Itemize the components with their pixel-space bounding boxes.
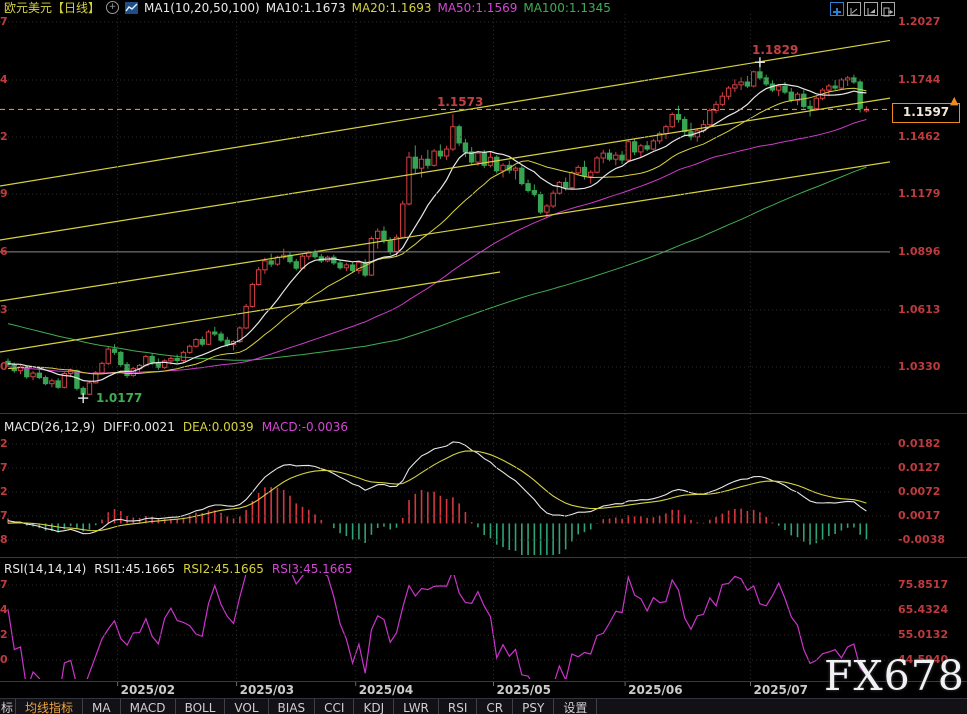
price-axis-label: 1.1462 — [898, 130, 940, 143]
indicator-tab-均线指标[interactable]: 均线指标 — [16, 699, 83, 714]
x-axis-label: 2025/06 — [628, 683, 682, 697]
ma-group-label: MA1(10,20,50,100) — [144, 1, 260, 15]
ma100-value: MA100:1.1345 — [523, 1, 611, 15]
macd-axis-label: -0.0038 — [898, 533, 945, 546]
price-axis-label: 1.0613 — [898, 303, 940, 316]
ma20-value: MA20:1.1693 — [352, 1, 432, 15]
macd-axis-label: 0.0182 — [898, 437, 940, 450]
ma50-value: MA50:1.1569 — [437, 1, 517, 15]
price-mark-label: 1.1573 — [437, 96, 483, 109]
rsi-axis-label: 65.4324 — [898, 603, 948, 616]
macd-axis-label-clipped: 2 — [0, 485, 8, 498]
indicator-tab-PSY[interactable]: PSY — [513, 699, 554, 714]
macd-header: MACD(26,12,9) DIFF:0.0021 DEA:0.0039 MACD:-… — [4, 420, 356, 434]
indicator-tab-RSI[interactable]: RSI — [439, 699, 478, 714]
price-axis-label-clipped: 9 — [0, 187, 8, 200]
x-axis-label: 2025/04 — [359, 683, 413, 697]
indicator-tab-BIAS[interactable]: BIAS — [269, 699, 316, 714]
price-mark-label: 1.1829 — [752, 44, 798, 57]
macd-hist-value: MACD:-0.0036 — [262, 420, 348, 434]
rsi-axis-label-clipped: 7 — [0, 578, 8, 591]
x-axis-label: 2025/05 — [497, 683, 551, 697]
price-axis-label: 1.0330 — [898, 360, 940, 373]
macd-axis-label-clipped: 8 — [0, 533, 8, 546]
x-axis-label: 2025/03 — [240, 683, 294, 697]
pane-separator — [0, 413, 967, 414]
indicator-tab-clipped[interactable]: 标 — [0, 699, 16, 714]
indicator-tab-VOL[interactable]: VOL — [225, 699, 268, 714]
price-mark-label: 1.0177 — [96, 392, 142, 405]
macd-dea-value: DEA:0.0039 — [183, 420, 254, 434]
rsi-label: RSI(14,14,14) — [4, 562, 86, 576]
x-axis-label: 2025/02 — [121, 683, 175, 697]
macd-axis-label: 0.0072 — [898, 485, 940, 498]
macd-axis-label-clipped: 7 — [0, 509, 8, 522]
rsi1-value: RSI1:45.1665 — [94, 562, 175, 576]
indicator-tab-KDJ[interactable]: KDJ — [354, 699, 394, 714]
price-axis-label: 1.2027 — [898, 15, 940, 28]
indicator-tab-MA[interactable]: MA — [83, 699, 121, 714]
indicator-tab-设置[interactable]: 设置 — [554, 699, 597, 714]
indicator-tab-bar: 标均线指标MAMACDBOLLVOLBIASCCIKDJLWRRSICRPSY设… — [0, 698, 967, 714]
pane-separator — [0, 557, 967, 558]
rsi-axis-label-clipped: 4 — [0, 603, 8, 616]
chart-toolbar — [830, 2, 895, 16]
rsi-axis-label: 55.0132 — [898, 628, 948, 641]
pane-separator — [0, 681, 967, 682]
macd-axis-label-clipped: 7 — [0, 461, 8, 474]
circle-plus-icon[interactable]: + — [106, 1, 119, 14]
indicator-tab-CR[interactable]: CR — [477, 699, 513, 714]
ma10-value: MA10:1.1673 — [266, 1, 346, 15]
crosshair-icon[interactable] — [830, 2, 844, 16]
chart-canvas[interactable] — [0, 0, 967, 714]
price-axis-label: 1.1744 — [898, 73, 940, 86]
watermark: FX678 — [824, 652, 965, 700]
price-axis-label-clipped: 0 — [0, 360, 8, 373]
price-axis-label-clipped: 3 — [0, 303, 8, 316]
macd-label: MACD(26,12,9) — [4, 420, 95, 434]
rsi-axis-label: 75.8517 — [898, 578, 948, 591]
rsi2-value: RSI2:45.1665 — [183, 562, 264, 576]
macd-axis-label: 0.0127 — [898, 461, 940, 474]
trading-chart-app: 欧元美元【日线】+MA1(10,20,50,100)MA10:1.1673MA2… — [0, 0, 967, 714]
rsi-axis-label-clipped: 2 — [0, 628, 8, 641]
price-axis-label: 1.1179 — [898, 187, 940, 200]
price-axis-label: 1.0896 — [898, 245, 940, 258]
indicator-tab-BOLL[interactable]: BOLL — [176, 699, 226, 714]
indicator-tab-LWR[interactable]: LWR — [394, 699, 439, 714]
price-axis-label-clipped: 6 — [0, 245, 8, 258]
price-axis-label-clipped: 7 — [0, 15, 8, 28]
y-axis-left-icon[interactable] — [847, 2, 861, 16]
macd-axis-label: 0.0017 — [898, 509, 940, 522]
price-axis-label-clipped: 2 — [0, 130, 8, 143]
rsi-header: RSI(14,14,14) RSI1:45.1665 RSI2:45.1665 RSI… — [4, 562, 361, 576]
chart-type-icon[interactable] — [125, 2, 138, 14]
indicator-tab-MACD[interactable]: MACD — [121, 699, 176, 714]
chart-header: 欧元美元【日线】 + MA1(10,20,50,100) MA10:1.1673 MA2… — [0, 0, 967, 18]
rsi-axis-label-clipped: 0 — [0, 653, 8, 666]
panel-collapse-icon[interactable] — [881, 2, 895, 16]
x-axis-label: 2025/07 — [754, 683, 808, 697]
indicator-tab-CCI[interactable]: CCI — [315, 699, 354, 714]
symbol-title: 欧元美元【日线】 — [4, 1, 100, 15]
rsi3-value: RSI3:45.1665 — [272, 562, 353, 576]
macd-axis-label-clipped: 2 — [0, 437, 8, 450]
price-axis-label-clipped: 4 — [0, 73, 8, 86]
macd-diff-value: DIFF:0.0021 — [103, 420, 175, 434]
price-arrow-icon: ▲ — [950, 95, 958, 106]
y-axis-right-icon[interactable] — [864, 2, 878, 16]
